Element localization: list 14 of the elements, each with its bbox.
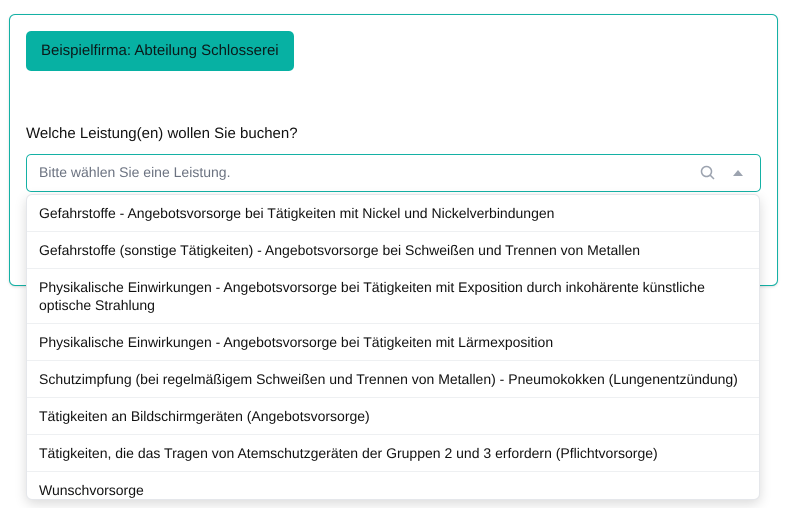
question-label: Welche Leistung(en) wollen Sie buchen?: [26, 124, 299, 144]
select-search-input[interactable]: Bitte wählen Sie eine Leistung.: [39, 162, 700, 183]
search-icon: [700, 164, 716, 180]
option-item[interactable]: Tätigkeiten, die das Tragen von Atemschutzgeräten der Gruppen 2 und 3 erfordern (Pflichtvorsorge): [27, 435, 759, 472]
option-item[interactable]: Tätigkeiten an Bildschirmgeräten (Angebotsvorsorge): [27, 398, 759, 435]
option-item[interactable]: Wunschvorsorge: [27, 472, 759, 499]
option-item[interactable]: Gefahrstoffe - Angebotsvorsorge bei Tätigkeiten mit Nickel und Nickelverbindungen: [27, 195, 759, 232]
option-item[interactable]: Physikalische Einwirkungen - Angebotsvorsorge bei Tätigkeiten mit Exposition durch inkohärente künstliche optische Strahlung: [27, 269, 759, 324]
option-item[interactable]: Gefahrstoffe (sonstige Tätigkeiten) - Angebotsvorsorge bei Schweißen und Trennen von Metallen: [27, 232, 759, 269]
service-select[interactable]: Bitte wählen Sie eine Leistung.: [26, 154, 761, 192]
option-item[interactable]: Physikalische Einwirkungen - Angebotsvorsorge bei Tätigkeiten mit Lärmexposition: [27, 324, 759, 361]
option-item[interactable]: Schutzimpfung (bei regelmäßigem Schweißen und Trennen von Metallen) - Pneumokokken (Lungenentzündung): [27, 361, 759, 398]
company-button[interactable]: Beispielfirma: Abteilung Schlosserei: [26, 31, 294, 71]
caret-up-icon[interactable]: [732, 169, 744, 176]
